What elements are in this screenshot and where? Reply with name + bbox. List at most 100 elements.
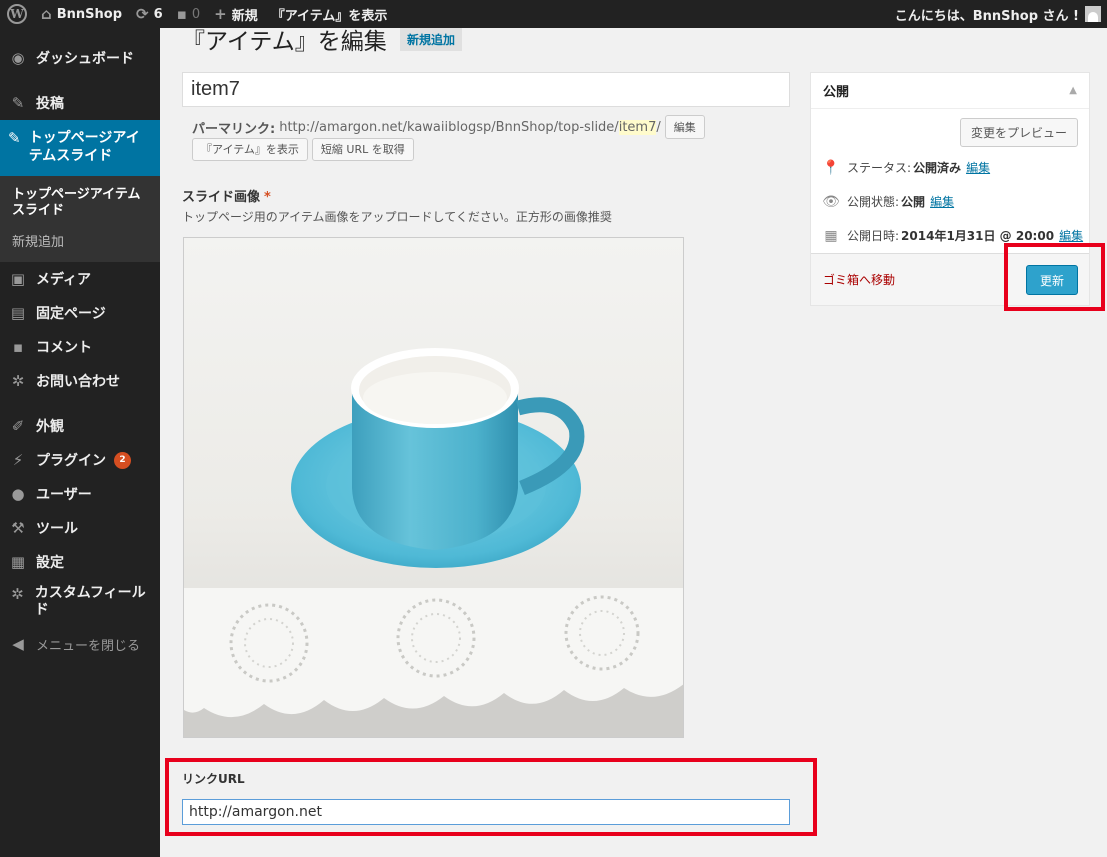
- refresh-icon: ⟳: [136, 5, 149, 23]
- brush-icon: ✐: [11, 417, 25, 435]
- sidebar-item-appearance[interactable]: ✐ 外観: [0, 409, 160, 443]
- publish-box-header[interactable]: 公開 ▲: [811, 73, 1089, 109]
- sidebar-item-settings[interactable]: ▦ 設定: [0, 545, 160, 579]
- move-to-trash-link[interactable]: ゴミ箱へ移動: [823, 271, 895, 288]
- sidebar-item-label: プラグイン: [36, 453, 106, 469]
- submenu-item-list[interactable]: トップページアイテムスライド: [0, 184, 160, 222]
- permalink-row: パーマリンク: http://amargon.net/kawaiiblogsp/…: [192, 115, 705, 139]
- sidebar-item-comments[interactable]: ▪ コメント: [0, 330, 160, 364]
- date-value: 2014年1月31日 @ 20:00: [901, 229, 1055, 243]
- sidebar-item-label: ダッシュボード: [36, 51, 134, 67]
- user-icon: ●: [11, 485, 25, 503]
- submenu-item-add-new[interactable]: 新規追加: [0, 232, 160, 254]
- sidebar-item-label: ツール: [36, 521, 78, 537]
- sidebar-item-pages[interactable]: ▤ 固定ページ: [0, 296, 160, 330]
- update-button-highlight: [1004, 243, 1105, 311]
- add-new-button[interactable]: 新規追加: [400, 28, 463, 51]
- date-label: 公開日時:: [847, 229, 900, 243]
- page-title: 『アイテム』を編集: [182, 29, 387, 55]
- publish-title: 公開: [823, 85, 850, 100]
- post-title-input[interactable]: [182, 72, 790, 107]
- collapse-label: メニューを閉じる: [36, 638, 141, 654]
- sidebar-item-label: カスタムフィールド: [34, 585, 146, 618]
- status-value: 公開済み: [913, 161, 962, 175]
- sidebar-submenu: トップページアイテムスライド 新規追加: [0, 176, 160, 262]
- gear-icon: ✲: [11, 372, 25, 390]
- link-url-input[interactable]: [182, 799, 790, 825]
- plugin-update-badge: 2: [114, 451, 131, 469]
- site-name: BnnShop: [56, 6, 123, 22]
- eye-icon: 👁: [822, 193, 840, 210]
- edit-visibility-link[interactable]: 編集: [930, 193, 954, 210]
- slide-image-description: トップページ用のアイテム画像をアップロードしてください。正方形の画像推奨: [182, 210, 612, 224]
- preview-changes-button[interactable]: 変更をプレビュー: [959, 118, 1078, 147]
- visibility-value: 公開: [901, 195, 926, 209]
- slide-image-label-text: スライド画像: [182, 190, 261, 205]
- new-label: 新規: [231, 8, 258, 24]
- edit-permalink-button[interactable]: 編集: [664, 115, 705, 139]
- view-item-button[interactable]: 『アイテム』を表示: [192, 138, 308, 161]
- avatar: [1085, 6, 1101, 22]
- plus-icon: +: [214, 5, 227, 23]
- updates-link[interactable]: ⟳ 6: [129, 0, 170, 28]
- site-name-link[interactable]: ⌂ BnnShop: [34, 0, 129, 28]
- home-icon: ⌂: [41, 5, 52, 23]
- visibility-row: 👁 公開状態: 公開 編集: [821, 193, 954, 210]
- collapse-menu-button[interactable]: ◀ メニューを閉じる: [0, 627, 160, 661]
- comment-icon: ▪: [176, 5, 187, 23]
- sidebar-item-tools[interactable]: ⚒ ツール: [0, 511, 160, 545]
- sidebar-item-label: コメント: [36, 340, 92, 356]
- plugin-icon: ⚡: [12, 451, 24, 469]
- sidebar-item-media[interactable]: ▣ メディア: [0, 262, 160, 296]
- sidebar-item-custom-fields[interactable]: ✲ カスタムフィールド: [0, 579, 160, 627]
- required-mark: *: [264, 190, 271, 205]
- edit-status-link[interactable]: 編集: [966, 159, 990, 176]
- collapse-arrow-icon: ◀: [12, 635, 24, 653]
- get-shortlink-button[interactable]: 短縮 URL を取得: [311, 138, 414, 161]
- comment-icon: ▪: [12, 338, 24, 356]
- sidebar-item-label: メディア: [36, 272, 92, 288]
- dashboard-icon: ◉: [11, 49, 25, 67]
- media-icon: ▣: [10, 270, 26, 288]
- sidebar-item-contact[interactable]: ✲ お問い合わせ: [0, 364, 160, 398]
- sidebar-item-label: トップページアイテムスライド: [28, 130, 140, 164]
- permalink-label: パーマリンク:: [192, 121, 276, 137]
- page-icon: ▤: [10, 304, 26, 322]
- permalink-end: /: [656, 119, 661, 135]
- sidebar-item-plugins[interactable]: ⚡ プラグイン 2: [0, 443, 160, 477]
- comments-count: 0: [191, 6, 201, 22]
- sidebar-item-label: 外観: [36, 419, 64, 435]
- wordpress-menu[interactable]: W: [0, 0, 34, 28]
- status-label: ステータス:: [847, 161, 912, 175]
- sidebar-item-label: 設定: [36, 555, 64, 571]
- pin-icon: ✎: [8, 129, 21, 147]
- teacup-photo: [184, 238, 683, 737]
- publish-date-row: ▦ 公開日時: 2014年1月31日 @ 20:00 編集: [821, 227, 1083, 244]
- sidebar-item-label: お問い合わせ: [36, 374, 120, 390]
- slide-image-preview[interactable]: [183, 237, 684, 738]
- post-status-row: 📍 ステータス: 公開済み 編集: [821, 159, 990, 176]
- updates-count: 6: [153, 6, 163, 22]
- sidebar-item-posts[interactable]: ✎ 投稿: [0, 86, 160, 120]
- collapse-toggle-icon[interactable]: ▲: [1069, 85, 1077, 96]
- wrench-icon: ⚒: [11, 519, 25, 537]
- settings-icon: ▦: [10, 553, 26, 571]
- permalink-base: http://amargon.net/kawaiiblogsp/BnnShop/…: [279, 119, 619, 135]
- sidebar-item-users[interactable]: ● ユーザー: [0, 477, 160, 511]
- sidebar-item-top-slide[interactable]: ✎ トップページアイテムスライド: [0, 120, 160, 176]
- edit-date-link[interactable]: 編集: [1059, 227, 1083, 244]
- gear-icon: ✲: [11, 585, 24, 603]
- link-url-label: リンクURL: [182, 772, 245, 786]
- visibility-label: 公開状態:: [847, 195, 900, 209]
- sidebar-item-label: 固定ページ: [36, 306, 106, 322]
- slide-image-label: スライド画像 *: [182, 186, 271, 205]
- pin-icon: 📍: [822, 159, 840, 176]
- permalink-slug[interactable]: item7: [618, 119, 657, 135]
- admin-sidebar: ◉ ダッシュボード ✎ 投稿 ✎ トップページアイテムスライド トップページアイ…: [0, 28, 160, 857]
- sidebar-item-label: ユーザー: [36, 487, 92, 503]
- sidebar-item-label: 投稿: [36, 96, 64, 112]
- admin-bar: W ⌂ BnnShop ⟳ 6 ▪ 0 + 新規 『アイテム』を表示 こんにちは…: [0, 0, 1107, 28]
- account-menu[interactable]: こんにちは、BnnShop さん !: [888, 0, 1107, 28]
- sidebar-item-dashboard[interactable]: ◉ ダッシュボード: [0, 41, 160, 75]
- view-item-label: 『アイテム』を表示: [271, 8, 388, 24]
